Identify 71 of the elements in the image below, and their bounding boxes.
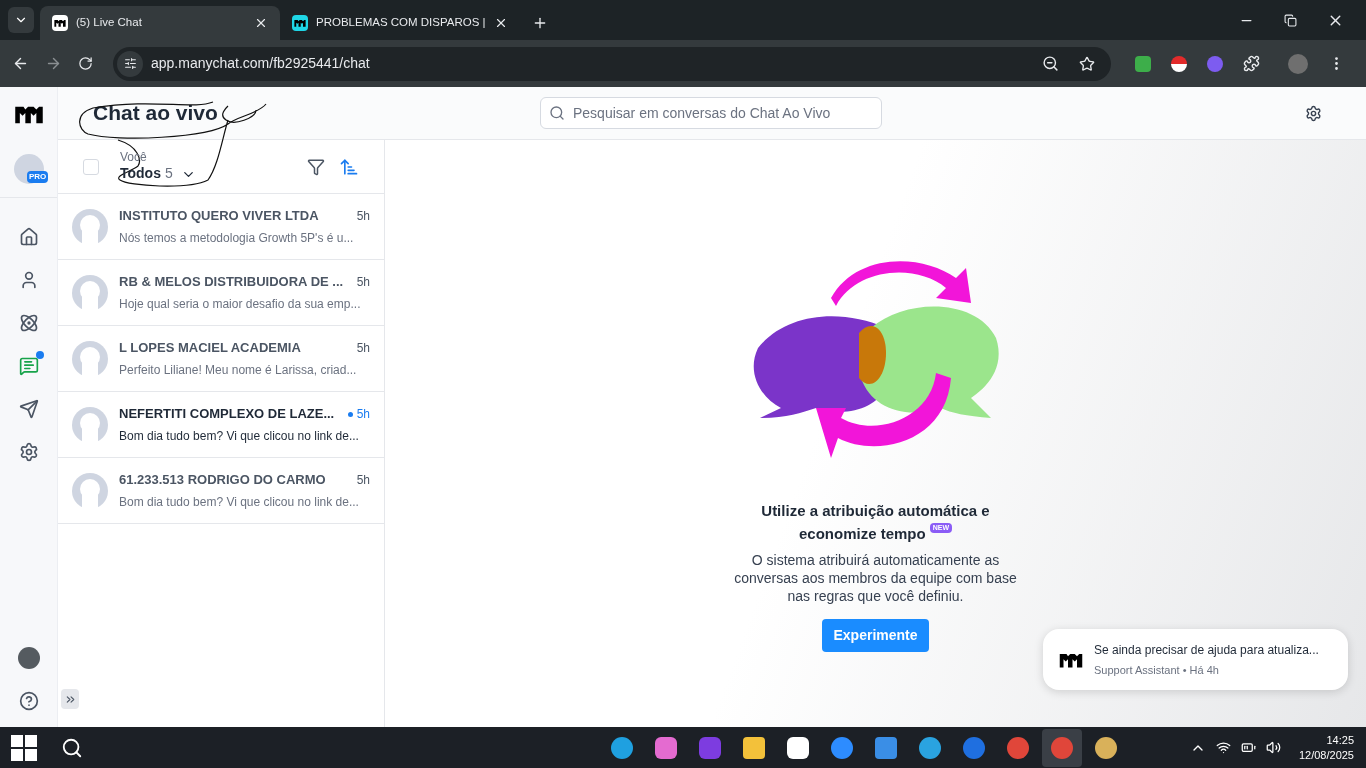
conversation-item[interactable]: NEFERTITI COMPLEXO DE LAZE... 5h Bom dia tudo bem? Vi que clicou no link de... — [58, 392, 384, 458]
message-preview: Hoje qual seria o maior desafio da sua emp... — [119, 295, 362, 313]
page-title: Chat ao vivo — [93, 100, 218, 127]
sliders-icon — [123, 57, 137, 70]
notification-message: Se ainda precisar de ajuda para atualiza... — [1094, 641, 1319, 659]
message-preview: Bom dia tudo bem? Vi que clicou no link de... — [119, 427, 360, 445]
expand-sidebar-button[interactable] — [61, 689, 79, 709]
message-time: 5h — [356, 340, 370, 357]
url-text: app.manychat.com/fb2925441/chat — [151, 54, 371, 73]
notification-meta: Support Assistant • Há 4h — [1094, 662, 1220, 678]
browser-tab[interactable]: (5) Live Chat — [40, 6, 280, 40]
contact-name: 61.233.513 RODRIGO DO CARMO — [119, 471, 327, 490]
windows-start-icon[interactable] — [11, 734, 37, 761]
bookmark-star-icon[interactable] — [1079, 55, 1095, 72]
conversation-item[interactable]: L LOPES MACIEL ACADEMIA 5h Perfeito Liliane! Meu nome é Larissa, criad... — [58, 326, 384, 392]
volume-icon[interactable] — [1265, 740, 1281, 755]
microphone-extension-icon[interactable] — [1207, 55, 1223, 72]
search-field[interactable]: Pesquisar em conversas do Chat Ao Vivo — [540, 97, 882, 129]
restore-icon[interactable] — [1284, 13, 1297, 27]
pro-badge: PRO — [27, 171, 49, 183]
browser-tab[interactable]: PROBLEMAS COM DISPAROS | — [280, 6, 520, 40]
account-avatar[interactable] — [17, 647, 40, 669]
zoom-icon[interactable] — [1042, 55, 1059, 72]
forward-icon[interactable] — [45, 55, 62, 72]
notification-card[interactable]: Se ainda precisar de ajuda para atualiza... Support Assistant • Há 4h — [1043, 629, 1348, 690]
reload-icon[interactable] — [78, 56, 93, 71]
avatar-placeholder — [72, 208, 108, 245]
tab-list-button[interactable] — [8, 7, 34, 33]
message-time: 5h — [356, 406, 370, 423]
nav-item[interactable] — [17, 398, 40, 420]
tab-title: PROBLEMAS COM DISPAROS | — [316, 15, 486, 31]
empty-state-title: Utilize a atribuição automática e — [761, 501, 990, 521]
back-icon[interactable] — [12, 55, 29, 72]
conversation-item[interactable]: 61.233.513 RODRIGO DO CARMO 5h Bom dia tudo bem? Vi que clicou no link de... — [58, 458, 384, 524]
search-icon[interactable] — [61, 736, 83, 759]
filter-icon[interactable] — [307, 157, 325, 176]
help-icon[interactable] — [18, 691, 39, 711]
message-preview: Nós temos a metodologia Growth 5P's é u... — [119, 229, 355, 247]
site-info-button[interactable] — [117, 50, 143, 77]
avatar-placeholder — [72, 274, 108, 311]
message-time: 5h — [356, 472, 370, 489]
contact-name: NEFERTITI COMPLEXO DE LAZE... — [119, 405, 336, 424]
close-icon[interactable] — [254, 16, 268, 30]
message-preview: Bom dia tudo bem? Vi que clicou no link de... — [119, 493, 360, 511]
avatar-placeholder — [72, 472, 108, 509]
message-preview: Perfeito Liliane! Meu nome é Larissa, criad... — [119, 361, 358, 379]
search-icon — [549, 105, 565, 121]
close-icon[interactable] — [494, 16, 508, 30]
contact-name: RB & MELOS DISTRIBUIDORA DE ... — [119, 273, 345, 292]
conversation-item[interactable]: INSTITUTO QUERO VIVER LTDA 5h Nós temos a metodologia Growth 5P's é u... — [58, 194, 384, 260]
contact-name: INSTITUTO QUERO VIVER LTDA — [119, 207, 320, 226]
new-tab-icon[interactable] — [532, 15, 548, 31]
extensions-icon[interactable] — [1243, 55, 1260, 72]
battery-icon[interactable] — [1240, 740, 1256, 755]
conversation-item[interactable]: RB & MELOS DISTRIBUIDORA DE ... 5h Hoje qual seria o maior desafio da sua emp... — [58, 260, 384, 326]
empty-state-title: economize tempo — [799, 523, 926, 544]
tab-title: (5) Live Chat — [76, 15, 143, 31]
settings-icon[interactable] — [1305, 104, 1322, 122]
wifi-icon[interactable] — [1215, 740, 1231, 755]
select-all-checkbox[interactable] — [83, 158, 99, 175]
message-time: 5h — [356, 208, 370, 225]
message-time: 5h — [356, 274, 370, 291]
address-bar[interactable]: app.manychat.com/fb2925441/chat — [113, 46, 1111, 81]
empty-state-description: O sistema atribuirá automaticamente as conversas aos membros da equipe com base nas regras que você definiu. — [733, 551, 1018, 605]
avatar-placeholder — [72, 406, 108, 443]
clock[interactable]: 14:25 12/08/2025 — [1298, 732, 1354, 763]
sprout-extension-icon[interactable] — [1135, 55, 1151, 72]
ball-extension-icon[interactable] — [1171, 55, 1187, 72]
search-input[interactable]: Pesquisar em conversas do Chat Ao Vivo — [573, 102, 873, 124]
avatar-placeholder — [72, 340, 108, 377]
contact-name: L LOPES MACIEL ACADEMIA — [119, 339, 302, 358]
